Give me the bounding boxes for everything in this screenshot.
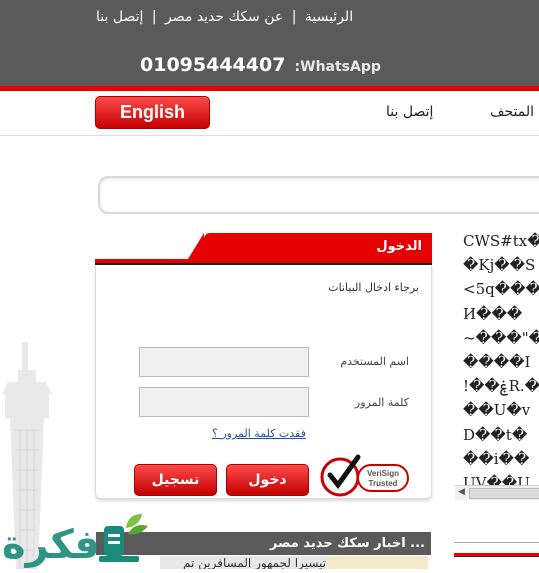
search-bar[interactable] [98, 176, 539, 214]
whatsapp-contact: 01095444407 :WhatsApp [140, 54, 381, 76]
news-thumbnail[interactable] [328, 556, 428, 569]
garbled-line: ��i�� [463, 449, 530, 468]
username-input[interactable] [139, 347, 309, 377]
username-label: اسم المستخدم [340, 355, 409, 368]
fikra-watermark-logo: فكرة [2, 514, 148, 568]
garbled-line: CWS#tx� [463, 232, 539, 250]
garbled-line: !��ۼR.� [463, 377, 539, 396]
home-link[interactable]: الرئيسية [305, 9, 353, 25]
scroll-left-icon[interactable]: ◀ [458, 487, 465, 497]
garbled-line: <5q��� [463, 280, 539, 299]
top-header: الرئيسية | عن سكك حديد مصر | إتصل بنا 01… [0, 0, 539, 86]
broken-embed-text: CWS#tx� �Kj��S <5q��� И��� ~���"� ����I … [463, 229, 539, 495]
scrollbar-thumb[interactable] [469, 488, 539, 499]
top-links: الرئيسية | عن سكك حديد مصر | إتصل بنا [96, 9, 353, 25]
garbled-line: ����I [463, 353, 531, 372]
right-panel-header-bar [454, 553, 539, 557]
login-form: برجاء ادخال البيانات اسم المستخدم كلمة ا… [95, 265, 432, 499]
link-separator: | [291, 9, 297, 25]
english-language-button[interactable]: English [95, 96, 210, 129]
whatsapp-number: 01095444407 [140, 54, 286, 76]
register-button[interactable]: تسجيل [134, 464, 217, 496]
link-separator: | [151, 9, 157, 25]
verisign-text: VeriSign [367, 469, 399, 478]
login-button[interactable]: دخول [226, 464, 309, 496]
password-input[interactable] [139, 387, 309, 417]
news-item-link[interactable]: تيسيرا لجمهور المسافرين تم [160, 556, 328, 569]
garbled-line: И��� [463, 304, 523, 323]
login-panel: الدخول برجاء ادخال البيانات اسم المستخدم… [95, 233, 432, 501]
watermark-text: فكرة [2, 522, 100, 568]
password-label: كلمة المرور [354, 396, 409, 409]
trusted-text: Trusted [369, 479, 398, 488]
main-nav [0, 91, 539, 136]
garbled-line: ~���"� [463, 328, 539, 347]
garbled-line: D��t� [463, 425, 528, 444]
whatsapp-label: :WhatsApp [294, 59, 381, 75]
lightbulb-icon [99, 514, 148, 562]
nav-item-contact[interactable]: إتصل بنا [386, 104, 433, 120]
horizontal-scrollbar[interactable]: ◀ [455, 485, 539, 500]
login-prompt: برجاء ادخال البيانات [328, 281, 419, 294]
about-link[interactable]: عن سكك حديد مصر [165, 9, 283, 25]
right-panel-box [454, 542, 539, 573]
nav-item-museum[interactable]: المتحف [490, 104, 534, 120]
login-title: الدخول [188, 233, 432, 259]
garbled-line: �Kj��S [463, 256, 536, 275]
contact-link[interactable]: إتصل بنا [96, 9, 143, 25]
verisign-trusted-badge: VeriSign Trusted [320, 454, 409, 497]
garbled-line: ��U�v [463, 401, 531, 420]
forgot-password-link[interactable]: فقدت كلمة المرور ؟ [212, 427, 306, 440]
